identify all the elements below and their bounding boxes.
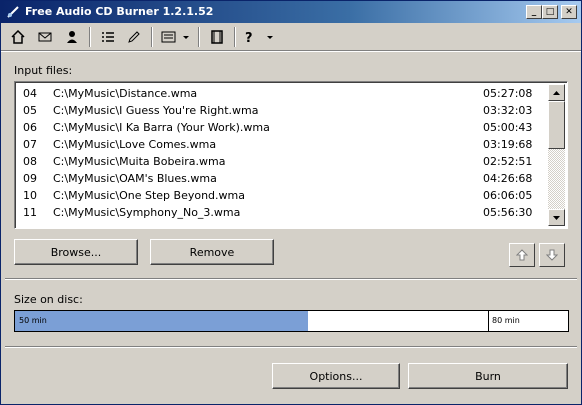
scroll-thumb[interactable] — [548, 101, 565, 149]
app-icon — [7, 6, 19, 18]
separator — [5, 278, 577, 280]
file-num: 09 — [23, 172, 37, 185]
limit-marker — [488, 311, 489, 331]
options-button[interactable]: Options... — [272, 363, 400, 389]
user-icon[interactable] — [61, 27, 83, 47]
toolbar-separator — [234, 27, 236, 47]
input-files-list[interactable]: 04 C:\MyMusic\Distance.wma 05:27:08 05 C:\My… — [14, 81, 568, 229]
home-icon[interactable] — [7, 27, 29, 47]
remove-button[interactable]: Remove — [150, 239, 274, 265]
size-on-disc-bar: 50 min 80 min — [14, 310, 569, 332]
file-duration: 05:00:43 — [483, 121, 533, 134]
input-files-label: Input files: — [14, 64, 73, 77]
help-icon[interactable]: ? — [242, 27, 278, 47]
arrow-up-icon — [516, 249, 528, 261]
file-path: C:\MyMusic\I Ka Barra (Your Work).wma — [53, 121, 270, 134]
list-item[interactable]: 05 C:\MyMusic\I Guess You're Right.wma 03:… — [15, 102, 545, 119]
file-duration: 03:19:68 — [483, 138, 533, 151]
file-path: C:\MyMusic\Symphony_No_3.wma — [53, 206, 241, 219]
file-num: 11 — [23, 206, 37, 219]
list-item[interactable]: 06 C:\MyMusic\I Ka Barra (Your Work).wma 0… — [15, 119, 545, 136]
file-duration: 02:52:51 — [483, 155, 533, 168]
file-duration: 03:32:03 — [483, 104, 533, 117]
file-duration: 06:06:05 — [483, 189, 533, 202]
size-on-disc-label: Size on disc: — [14, 293, 83, 306]
file-path: C:\MyMusic\OAM's Blues.wma — [53, 172, 217, 185]
vertical-scrollbar[interactable] — [548, 84, 565, 226]
maximize-button[interactable]: □ — [542, 5, 558, 19]
file-num: 06 — [23, 121, 37, 134]
browse-button[interactable]: Browse... — [14, 239, 138, 265]
toolbar-separator — [198, 27, 200, 47]
file-duration: 05:27:08 — [483, 87, 533, 100]
toolbar: ? — [1, 23, 581, 52]
mail-icon[interactable] — [34, 27, 56, 47]
view-menu-icon[interactable] — [159, 27, 193, 47]
file-num: 05 — [23, 104, 37, 117]
scroll-down-button[interactable] — [548, 209, 565, 226]
size-fill — [15, 311, 308, 331]
arrow-down-icon — [546, 249, 558, 261]
file-num: 10 — [23, 189, 37, 202]
file-num: 07 — [23, 138, 37, 151]
edit-icon[interactable] — [123, 27, 145, 47]
list-item[interactable]: 04 C:\MyMusic\Distance.wma 05:27:08 — [15, 85, 545, 102]
fill-label: 50 min — [19, 316, 47, 325]
separator — [5, 346, 577, 348]
title-bar[interactable]: Free Audio CD Burner 1.2.1.52 _ □ ✕ — [1, 1, 581, 23]
list-item[interactable]: 10 C:\MyMusic\One Step Beyond.wma 06:06:05 — [15, 187, 545, 204]
list-item[interactable]: 07 C:\MyMusic\Love Comes.wma 03:19:68 — [15, 136, 545, 153]
scroll-up-button[interactable] — [548, 84, 565, 101]
list-item[interactable]: 09 C:\MyMusic\OAM's Blues.wma 04:26:68 — [15, 170, 545, 187]
file-path: C:\MyMusic\Muita Bobeira.wma — [53, 155, 226, 168]
toolbar-separator — [151, 27, 153, 47]
file-path: C:\MyMusic\I Guess You're Right.wma — [53, 104, 259, 117]
burn-button[interactable]: Burn — [408, 363, 568, 389]
close-button[interactable]: ✕ — [561, 5, 577, 19]
window-title: Free Audio CD Burner 1.2.1.52 — [25, 5, 214, 18]
file-num: 04 — [23, 87, 37, 100]
minimize-button[interactable]: _ — [526, 5, 542, 19]
list-item[interactable]: 08 C:\MyMusic\Muita Bobeira.wma 02:52:51 — [15, 153, 545, 170]
limit-label: 80 min — [492, 316, 520, 325]
list-item[interactable]: 11 C:\MyMusic\Symphony_No_3.wma 05:56:30 — [15, 204, 545, 221]
file-path: C:\MyMusic\Love Comes.wma — [53, 138, 217, 151]
list-icon[interactable] — [97, 27, 119, 47]
move-up-button[interactable] — [509, 243, 535, 267]
file-path: C:\MyMusic\Distance.wma — [53, 87, 198, 100]
file-path: C:\MyMusic\One Step Beyond.wma — [53, 189, 245, 202]
film-icon[interactable] — [206, 27, 228, 47]
file-duration: 04:26:68 — [483, 172, 533, 185]
move-down-button[interactable] — [539, 243, 565, 267]
svg-text:?: ? — [245, 31, 253, 44]
toolbar-separator — [89, 27, 91, 47]
file-num: 08 — [23, 155, 37, 168]
app-window: Free Audio CD Burner 1.2.1.52 _ □ ✕ ? In… — [0, 0, 582, 405]
file-duration: 05:56:30 — [483, 206, 533, 219]
